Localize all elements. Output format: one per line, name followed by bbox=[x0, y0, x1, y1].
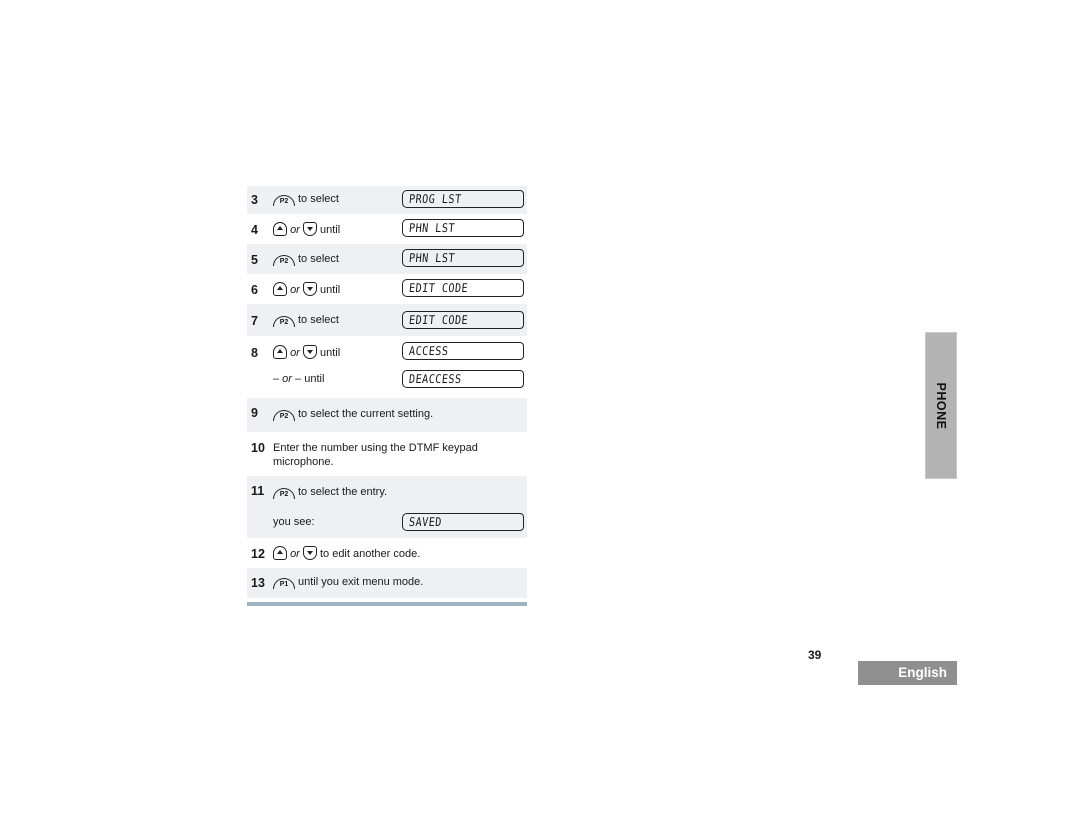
step-text: to edit another code. bbox=[319, 548, 421, 560]
lcd-text: ACCESS bbox=[408, 344, 450, 358]
step-row: – or – until DEACCESS bbox=[247, 366, 527, 394]
page-number: 39 bbox=[808, 648, 822, 662]
lcd-display: DEACCESS bbox=[402, 370, 524, 388]
step-number: 7 bbox=[251, 314, 258, 328]
down-arrow-button-icon bbox=[302, 546, 317, 560]
lcd-text: PHN LST bbox=[408, 221, 456, 235]
step-number: 5 bbox=[251, 253, 258, 267]
section-tab-phone: PHONE bbox=[925, 332, 957, 479]
step-text: to select bbox=[298, 253, 339, 265]
or-text: – or – bbox=[273, 373, 302, 385]
p2-button-icon: P2 bbox=[273, 488, 295, 499]
section-tab-label: PHONE bbox=[934, 382, 948, 429]
step-number: 6 bbox=[251, 283, 258, 297]
step-row: 12 or to edit another code. bbox=[247, 538, 527, 568]
p2-button-icon: P2 bbox=[273, 195, 295, 206]
p1-button-icon: P1 bbox=[273, 578, 295, 589]
language-tab: English bbox=[858, 661, 957, 685]
lcd-text: PROG LST bbox=[408, 192, 463, 206]
step-number: 9 bbox=[251, 406, 258, 420]
or-text: or bbox=[290, 224, 300, 236]
step-text: until you exit menu mode. bbox=[298, 576, 424, 588]
lcd-display: PHN LST bbox=[402, 249, 524, 267]
lcd-text: EDIT CODE bbox=[408, 281, 469, 295]
lcd-display: SAVED bbox=[402, 513, 524, 531]
lcd-text: PHN LST bbox=[408, 251, 456, 265]
up-arrow-button-icon bbox=[273, 222, 287, 236]
step-text: to select the current setting. bbox=[298, 408, 434, 420]
step-row: 13 P1 until you exit menu mode. bbox=[247, 568, 527, 598]
step-text-continued: microphone. bbox=[273, 456, 334, 468]
step-row: you see: SAVED bbox=[247, 506, 527, 538]
down-arrow-button-icon bbox=[302, 345, 317, 359]
step-text: to select bbox=[298, 193, 339, 205]
lcd-text: SAVED bbox=[408, 515, 443, 529]
up-arrow-button-icon bbox=[273, 546, 287, 560]
step-text: until bbox=[319, 347, 341, 359]
up-arrow-button-icon bbox=[273, 345, 287, 359]
steps-table: 3 P2 to select PROG LST 4 or until PHN LS… bbox=[247, 186, 527, 598]
step-text: until bbox=[319, 224, 341, 236]
step-number: 10 bbox=[251, 441, 265, 455]
step-row: 5 P2 to select PHN LST bbox=[247, 244, 527, 274]
step-text: until bbox=[319, 284, 341, 296]
lcd-text: DEACCESS bbox=[408, 372, 463, 386]
step-text: Enter the number using the DTMF keypad bbox=[273, 442, 478, 454]
step-row: 9 P2 to select the current setting. bbox=[247, 398, 527, 432]
lcd-text: EDIT CODE bbox=[408, 313, 469, 327]
or-text: or bbox=[290, 548, 300, 560]
step-number: 8 bbox=[251, 346, 258, 360]
step-row: 3 P2 to select PROG LST bbox=[247, 186, 527, 214]
table-bottom-rule bbox=[247, 602, 527, 606]
up-arrow-button-icon bbox=[273, 282, 287, 296]
step-row: 6 or until EDIT CODE bbox=[247, 274, 527, 304]
language-label: English bbox=[898, 665, 947, 680]
step-row: 10 Enter the number using the DTMF keypa… bbox=[247, 432, 527, 476]
lcd-display: ACCESS bbox=[402, 342, 524, 360]
lcd-display: PHN LST bbox=[402, 219, 524, 237]
p2-button-icon: P2 bbox=[273, 316, 295, 327]
step-row: 11 P2 to select the entry. bbox=[247, 476, 527, 506]
step-row: 7 P2 to select EDIT CODE bbox=[247, 304, 527, 336]
step-number: 3 bbox=[251, 193, 258, 207]
step-row: 8 or until ACCESS bbox=[247, 336, 527, 366]
step-text: you see: bbox=[273, 516, 315, 528]
or-text: or bbox=[290, 347, 300, 359]
step-text: to select bbox=[298, 314, 339, 326]
lcd-display: EDIT CODE bbox=[402, 311, 524, 329]
down-arrow-button-icon bbox=[302, 222, 317, 236]
step-row: 4 or until PHN LST bbox=[247, 214, 527, 244]
down-arrow-button-icon bbox=[302, 282, 317, 296]
lcd-display: EDIT CODE bbox=[402, 279, 524, 297]
lcd-display: PROG LST bbox=[402, 190, 524, 208]
step-number: 13 bbox=[251, 576, 265, 590]
step-number: 11 bbox=[251, 484, 265, 498]
step-number: 4 bbox=[251, 223, 258, 237]
p2-button-icon: P2 bbox=[273, 255, 295, 266]
step-text: to select the entry. bbox=[298, 486, 388, 498]
or-text: or bbox=[290, 284, 300, 296]
p2-button-icon: P2 bbox=[273, 410, 295, 421]
step-text: until bbox=[304, 373, 325, 385]
step-number: 12 bbox=[251, 547, 265, 561]
